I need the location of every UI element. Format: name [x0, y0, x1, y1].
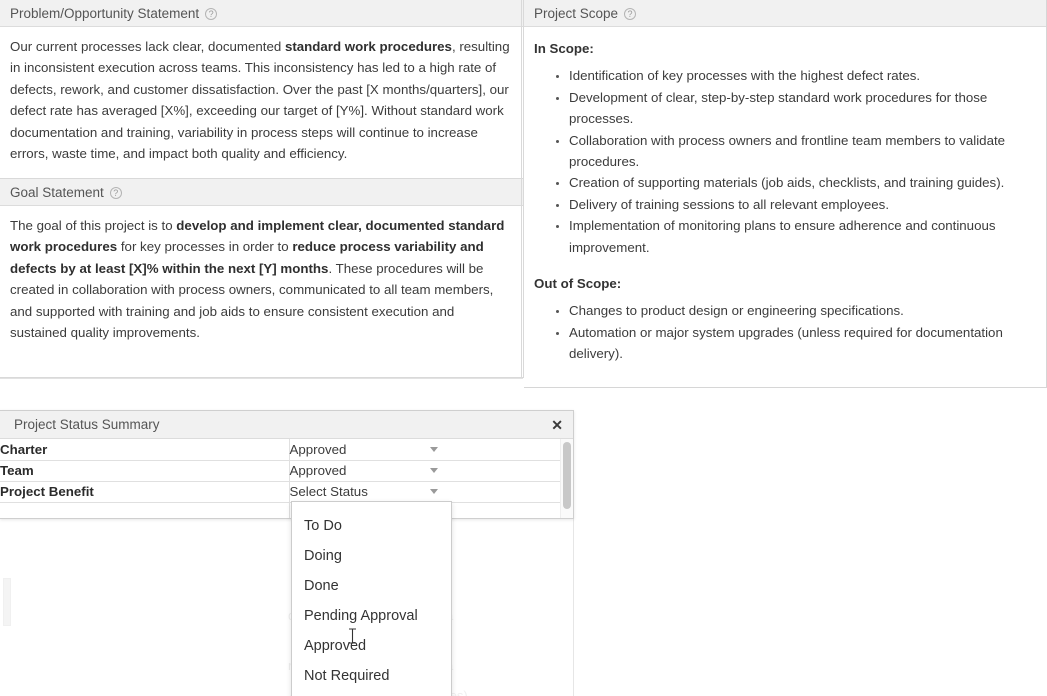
- list-item: Changes to product design or engineering…: [569, 300, 1032, 321]
- goal-statement-panel: Goal Statement ? The goal of this projec…: [0, 179, 524, 378]
- status-row-label: Charter: [0, 439, 290, 461]
- status-select-value: Approved: [289, 463, 347, 478]
- problem-statement-body[interactable]: Our current processes lack clear, docume…: [0, 27, 523, 178]
- status-row-label-empty: [0, 502, 290, 518]
- table-row: Team Approved: [0, 460, 566, 482]
- left-column-bottom-rule: [0, 378, 523, 379]
- project-scope-title: Project Scope: [534, 5, 619, 21]
- status-select-team[interactable]: Approved: [290, 461, 442, 481]
- project-scope-body[interactable]: In Scope: Identification of key processe…: [524, 27, 1046, 375]
- list-item: Automation or major system upgrades (unl…: [569, 322, 1032, 365]
- problem-statement-header: Problem/Opportunity Statement ?: [0, 0, 523, 27]
- problem-statement-title: Problem/Opportunity Statement: [10, 5, 200, 21]
- status-row-label: Project Benefit: [0, 481, 290, 503]
- status-select-charter[interactable]: Approved: [290, 439, 442, 459]
- status-table: Charter Approved Team Approved Project B…: [0, 439, 566, 518]
- status-row-value-cell: Approved: [289, 460, 566, 482]
- status-select-value: Approved: [289, 441, 347, 457]
- dialog-scrollbar[interactable]: [560, 439, 573, 518]
- left-column-divider: [521, 0, 522, 379]
- status-row-label: Team: [0, 460, 290, 482]
- list-item: Implementation of monitoring plans to en…: [569, 215, 1032, 258]
- dropdown-option-to-do[interactable]: To Do: [292, 511, 451, 541]
- goal-statement-title: Goal Statement: [10, 184, 104, 200]
- list-item: Collaboration with process owners and fr…: [569, 130, 1032, 173]
- in-scope-label: In Scope:: [534, 41, 594, 56]
- dropdown-option-doing[interactable]: Doing: [292, 541, 451, 571]
- chevron-down-icon: [429, 489, 438, 494]
- list-item: Creation of supporting materials (job ai…: [569, 172, 1032, 193]
- problem-text-1: Our current processes lack clear, docume…: [10, 39, 285, 54]
- table-row: Charter Approved: [0, 439, 566, 461]
- status-row-value-cell: Select Status: [289, 481, 566, 503]
- table-row: Project Benefit Select Status: [0, 481, 566, 503]
- out-of-scope-label: Out of Scope:: [534, 276, 622, 292]
- dialog-body: Charter Approved Team Approved Project B…: [0, 439, 573, 518]
- charter-columns: Problem/Opportunity Statement ? Our curr…: [0, 0, 1047, 388]
- help-circle-icon[interactable]: ?: [109, 187, 122, 199]
- list-item: Development of clear, step-by-step stand…: [569, 87, 1032, 130]
- status-dropdown-menu: To Do Doing Done Pending Approval Approv…: [291, 501, 452, 696]
- status-select-project-benefit[interactable]: Select Status: [290, 482, 442, 502]
- project-scope-panel: Project Scope ? In Scope: Identification…: [524, 0, 1047, 388]
- help-circle-icon[interactable]: ?: [624, 8, 637, 20]
- page-root: Problem/Opportunity Statement ? Our curr…: [0, 0, 1047, 696]
- background-ghost-block: [3, 578, 11, 626]
- dropdown-option-done[interactable]: Done: [292, 571, 451, 601]
- dropdown-option-pending-approval[interactable]: Pending Approval: [292, 601, 451, 631]
- close-icon[interactable]: ✕: [551, 418, 563, 432]
- help-circle-icon[interactable]: ?: [205, 8, 218, 20]
- dialog-scrollbar-thumb[interactable]: [563, 442, 571, 509]
- chevron-down-icon: [429, 468, 438, 473]
- chevron-down-icon: [429, 446, 438, 452]
- problem-text-2: , resulting in inconsistent execution ac…: [10, 39, 510, 162]
- dialog-header: Project Status Summary ✕: [0, 411, 573, 439]
- charter-left-column: Problem/Opportunity Statement ? Our curr…: [0, 0, 524, 378]
- charter-right-column: Project Scope ? In Scope: Identification…: [524, 0, 1047, 388]
- problem-statement-panel: Problem/Opportunity Statement ? Our curr…: [0, 0, 524, 179]
- in-scope-list: Identification of key processes with the…: [534, 65, 1032, 258]
- goal-text-1: The goal of this project is to: [10, 218, 177, 233]
- list-item: Delivery of training sessions to all rel…: [569, 194, 1032, 215]
- status-select-value: Select Status: [289, 484, 368, 499]
- goal-statement-body[interactable]: The goal of this project is to develop a…: [0, 206, 523, 377]
- status-row-value-cell: Approved: [289, 439, 566, 461]
- project-status-summary-dialog: Project Status Summary ✕ Charter Approve…: [0, 410, 574, 519]
- project-scope-header: Project Scope ?: [524, 0, 1046, 27]
- goal-text-2: for key processes in order to: [117, 239, 293, 255]
- out-of-scope-list: Changes to product design or engineering…: [534, 300, 1032, 364]
- dropdown-option-not-required[interactable]: Not Required: [292, 661, 451, 691]
- list-item: Identification of key processes with the…: [569, 65, 1032, 86]
- dialog-title: Project Status Summary: [14, 417, 160, 432]
- goal-statement-header: Goal Statement ?: [0, 179, 523, 206]
- dropdown-option-approved[interactable]: Approved: [292, 631, 451, 661]
- problem-text-bold-1: standard work procedures: [284, 39, 452, 54]
- table-row-empty: [0, 502, 566, 518]
